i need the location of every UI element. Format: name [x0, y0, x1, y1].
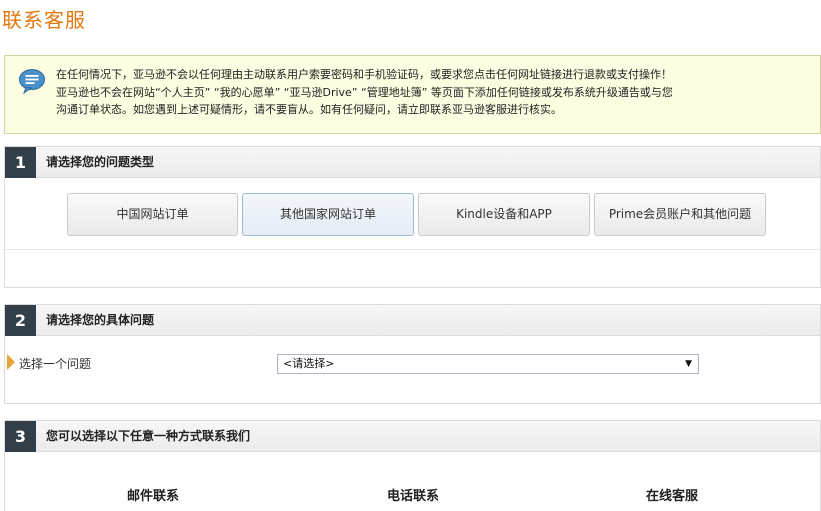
- step2-title: 请选择您的具体问题: [46, 313, 155, 327]
- security-notice: 在任何情况下，亚马逊不会以任何理由主动联系用户索要密码和手机验证码，或要求您点击…: [4, 55, 821, 134]
- question-label: 选择一个问题: [19, 357, 92, 371]
- step2-header: 2 请选择您的具体问题: [5, 305, 820, 336]
- notice-text: 在任何情况下，亚马逊不会以任何理由主动联系用户索要密码和手机验证码，或要求您点击…: [56, 66, 796, 119]
- category-china-orders-button[interactable]: 中国网站订单: [67, 193, 238, 236]
- step1-header: 1 请选择您的问题类型: [5, 147, 820, 178]
- question-select-value: <请选择>: [283, 357, 335, 370]
- contact-email[interactable]: 邮件联系: [127, 485, 179, 504]
- question-select[interactable]: <请选择> ▼: [277, 354, 699, 374]
- contact-page: 联系客服 在任何情况下，亚马逊不会以任何理由主动联系用户索要密码和手机验证码，或…: [0, 0, 821, 511]
- category-kindle-button[interactable]: Kindle设备和APP: [418, 193, 590, 236]
- notice-line: 在任何情况下，亚马逊不会以任何理由主动联系用户索要密码和手机验证码，或要求您点击…: [56, 68, 672, 81]
- step1-title: 请选择您的问题类型: [46, 155, 155, 169]
- page-title: 联系客服: [2, 8, 86, 32]
- step3-header: 3 您可以选择以下任意一种方式联系我们: [5, 421, 820, 452]
- step-number: 3: [5, 421, 36, 452]
- notice-line: 沟通订单状态。如您遇到上述可疑情形，请不要盲从。如有任何疑问，请立即联系亚马逊客…: [56, 103, 562, 116]
- contact-phone[interactable]: 电话联系: [387, 485, 439, 504]
- step-number: 2: [5, 305, 36, 336]
- notice-line: 亚马逊也不会在网站“个人主页” “我的心愿单” “亚马逊Drive” “管理地址…: [56, 85, 673, 99]
- divider: [5, 249, 820, 250]
- step3-section: 3 您可以选择以下任意一种方式联系我们 邮件联系 电话联系 在线客服: [4, 420, 821, 511]
- dropdown-arrow-icon[interactable]: ▼: [685, 355, 692, 373]
- category-other-country-orders-button[interactable]: 其他国家网站订单: [242, 193, 414, 236]
- step2-section: 2 请选择您的具体问题 选择一个问题 <请选择> ▼: [4, 304, 821, 404]
- contact-online-chat[interactable]: 在线客服: [646, 485, 698, 504]
- step3-title: 您可以选择以下任意一种方式联系我们: [46, 429, 251, 443]
- arrow-right-icon: [7, 354, 15, 370]
- step1-section: 1 请选择您的问题类型 中国网站订单 其他国家网站订单 Kindle设备和APP…: [4, 146, 821, 288]
- step-number: 1: [5, 147, 36, 178]
- speech-bubble-icon: [18, 68, 46, 98]
- category-prime-button[interactable]: Prime会员账户和其他问题: [594, 193, 766, 236]
